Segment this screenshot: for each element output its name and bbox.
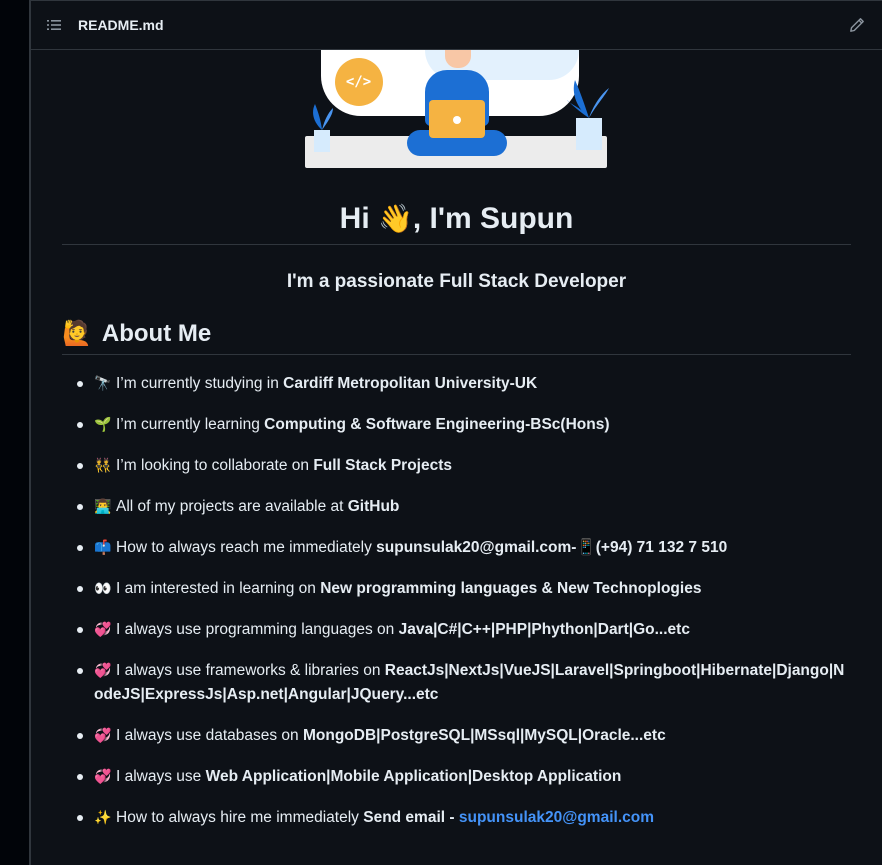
pencil-icon[interactable] [846, 14, 868, 36]
list-item: 💞️ I always use Web Application|Mobile Ap… [62, 764, 851, 789]
revolving-hearts-icon: 💞️ [94, 621, 112, 637]
list-item: 💞️ I always use programming languages on … [62, 617, 851, 642]
about-heading: 🙋 About Me [62, 319, 851, 355]
readme-content: </> Hi 👋, I'm Supun I'm a passionate Ful [31, 50, 882, 830]
code-icon: </> [334, 58, 383, 106]
revolving-hearts-icon: 💞️ [94, 662, 112, 678]
tagline: I'm a passionate Full Stack Developer [286, 271, 627, 292]
technologist-icon: 👨‍💻 [94, 498, 112, 514]
list-item: 📫 How to always reach me immediately supu… [62, 535, 851, 560]
dancers-icon: 👯 [94, 457, 112, 473]
mailbox-icon: 📫 [94, 539, 112, 555]
seedling-icon: 🌱 [94, 416, 112, 432]
revolving-hearts-icon: 💞️ [94, 768, 112, 784]
file-header: README.md [31, 0, 882, 50]
raising-hand-icon: 🙋 [62, 320, 92, 347]
list-item: 💞️ I always use databases on MongoDB|Post… [62, 723, 851, 748]
page-title: Hi 👋, I'm Supun [62, 202, 851, 245]
about-list: 🔭 I’m currently studying in Cardiff Metro… [62, 371, 851, 830]
file-name: README.md [78, 17, 164, 33]
list-item: 👨‍💻 All of my projects are available at G… [62, 494, 851, 519]
email-link[interactable]: supunsulak20@gmail.com [459, 809, 654, 826]
eyes-icon: 👀 [94, 580, 112, 596]
developer-illustration: </> [304, 50, 609, 168]
list-item: 👯 I’m looking to collaborate on Full Stac… [62, 453, 851, 478]
telescope-icon: 🔭 [94, 375, 112, 391]
list-item: 👀 I am interested in learning on New prog… [62, 576, 851, 601]
waving-hand-icon: 👋 [378, 203, 413, 234]
list-item: 🔭 I’m currently studying in Cardiff Metro… [62, 371, 851, 396]
list-item: 🌱 I’m currently learning Computing & Soft… [62, 412, 851, 437]
sparkles-icon: ✨ [94, 809, 112, 825]
readme-panel: README.md </> Hi 👋, I'm Supun I'm a pass… [30, 0, 882, 865]
plant-icon [312, 104, 333, 152]
plant-icon [566, 80, 609, 150]
left-gutter [0, 0, 30, 865]
list-item: ✨ How to always hire me immediately Send … [62, 805, 851, 830]
list-unordered-icon[interactable] [45, 16, 63, 34]
revolving-hearts-icon: 💞️ [94, 727, 112, 743]
list-item: 💞️ I always use frameworks & libraries on… [62, 658, 851, 707]
